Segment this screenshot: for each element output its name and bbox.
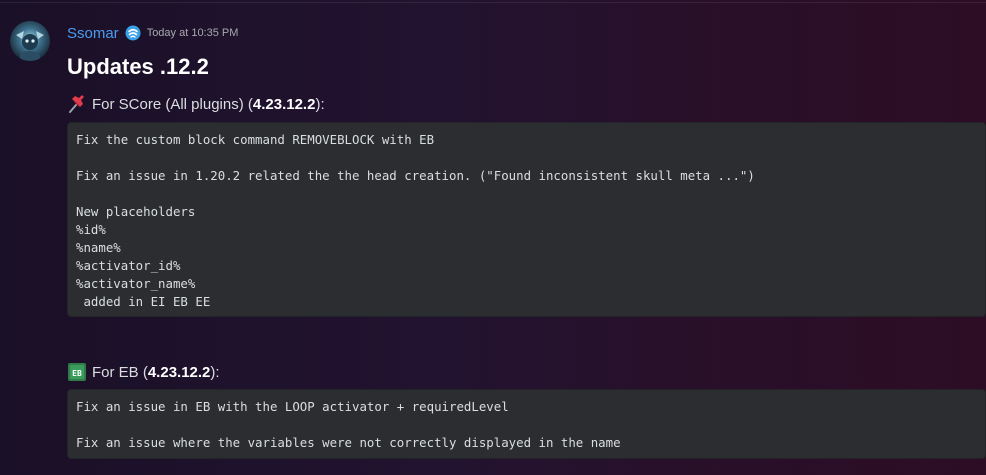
verified-badge-icon [125,25,141,41]
message-title: Updates .12.2 [67,54,209,79]
score-heading-suffix: ): [315,95,325,113]
avatar[interactable] [10,21,50,61]
score-section-heading: For SCore (All plugins) (4.23.12.2): [67,94,325,114]
username[interactable]: Ssomar [67,25,119,42]
eb-version: 4.23.12.2 [147,363,211,381]
eb-block-icon: EB [67,362,87,382]
score-version: 4.23.12.2 [252,95,316,113]
svg-text:EB: EB [72,369,82,378]
timestamp: Today at 10:35 PM [146,27,239,39]
score-code-block: Fix the custom block command REMOVEBLOCK… [67,122,986,317]
top-divider [0,2,986,3]
eb-code-block: Fix an issue in EB with the LOOP activat… [67,389,986,459]
eb-heading-prefix: For EB ( [92,363,148,381]
pushpin-icon [67,94,87,114]
score-heading-prefix: For SCore (All plugins) ( [92,95,253,113]
eb-heading-suffix: ): [210,363,220,381]
message-header: Ssomar Today at 10:35 PM [67,24,238,42]
eb-section-heading: EB For EB (4.23.12.2): [67,362,220,382]
